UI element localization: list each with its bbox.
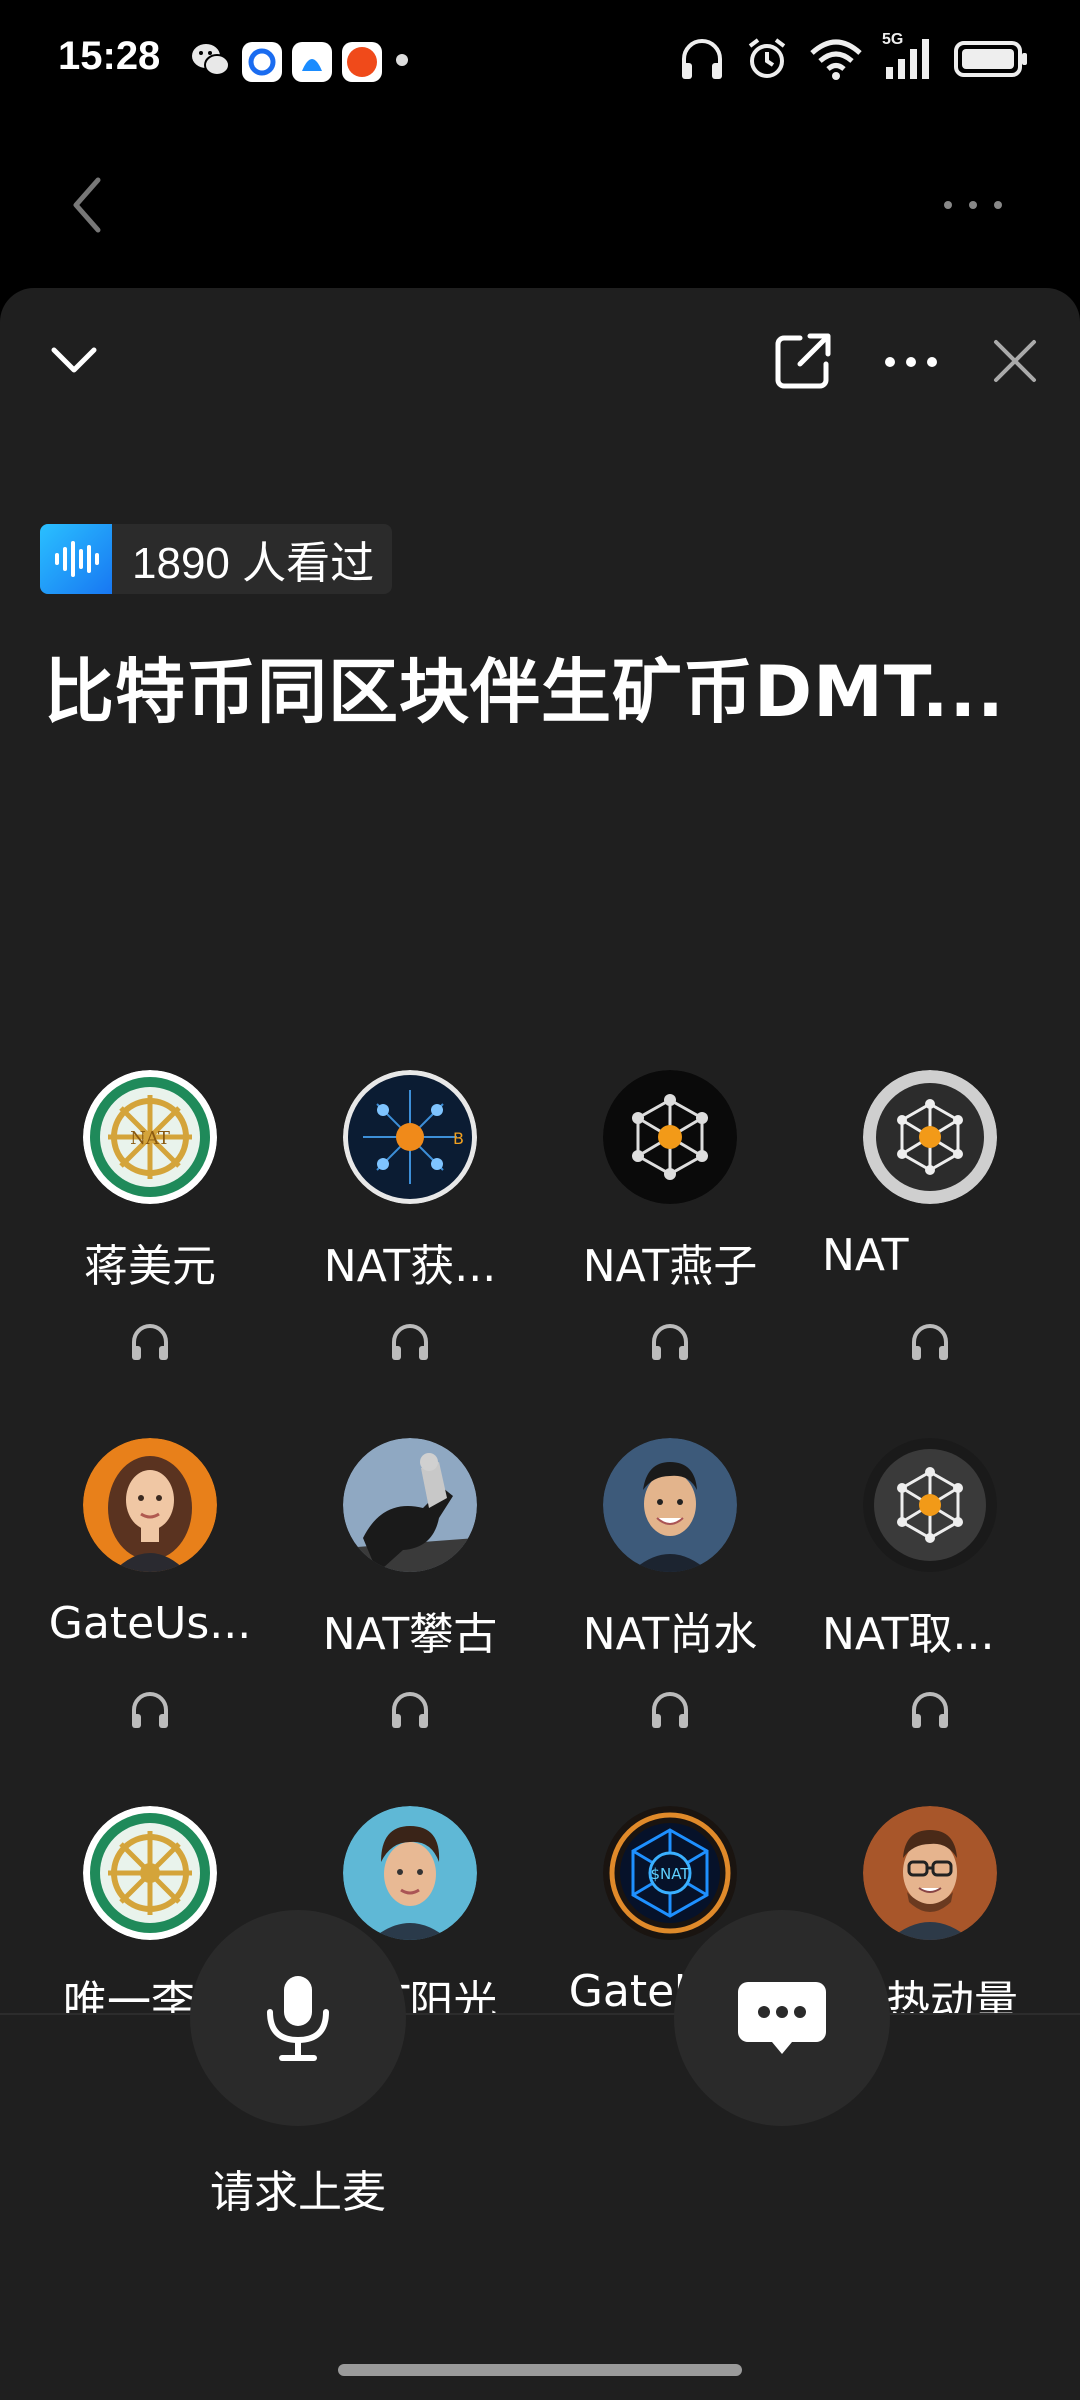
member-tile[interactable]: NAT: [800, 1070, 1060, 1400]
status-app-icons: [190, 40, 412, 84]
chevron-down-icon[interactable]: [44, 330, 104, 390]
share-icon[interactable]: [770, 328, 836, 394]
app-ai-icon: [292, 42, 332, 82]
request-mic-label: 请求上麦: [210, 2167, 386, 2218]
jade-wheel-avatar: NAT: [83, 1070, 217, 1204]
member-tile[interactable]: NAT攀古: [280, 1438, 540, 1768]
battery-icon: [954, 39, 1030, 83]
views-count: 1890 人看过: [132, 539, 375, 588]
member-name: 蒋美元: [84, 1241, 216, 1292]
member-tile[interactable]: NAT尚水: [540, 1438, 800, 1768]
app-blue-icon: [242, 42, 282, 82]
member-name: NAT: [822, 1230, 909, 1281]
space-sheet: 1890 人看过 比特币同区块伴生矿币DMT... NAT 蒋美元 B NAT获…: [0, 288, 1080, 2400]
chat-button[interactable]: [674, 1910, 890, 2126]
microphone-icon: [267, 1976, 329, 2061]
headphone-icon: [908, 1320, 952, 1364]
member-name: GateUs...: [48, 1598, 252, 1649]
views-badge: 1890 人看过: [40, 524, 393, 594]
close-icon[interactable]: [984, 330, 1046, 392]
svg-text:$NAT: $NAT: [650, 1865, 690, 1883]
man-portrait-avatar: [603, 1438, 737, 1572]
headphone-icon: [128, 1320, 172, 1364]
member-name: NAT获...: [323, 1241, 497, 1292]
notification-dot-icon: [392, 50, 412, 74]
member-tile[interactable]: B NAT获...: [280, 1070, 540, 1400]
more-options-icon[interactable]: [938, 180, 1008, 230]
status-indicators: 5G: [678, 31, 1030, 86]
more-icon[interactable]: [880, 332, 942, 392]
headphone-icon: [648, 1688, 692, 1732]
headphones-icon: [678, 37, 726, 85]
status-bar: 15:28 5G: [0, 0, 1080, 120]
nat-silver-avatar: [863, 1438, 997, 1572]
nat-network-avatar: [603, 1070, 737, 1204]
member-name: NAT尚水: [582, 1609, 758, 1660]
audio-wave-icon: [40, 524, 112, 594]
wifi-icon: [808, 37, 864, 85]
headphone-icon: [388, 1688, 432, 1732]
chat-bubble-icon: [738, 1982, 826, 2054]
nat-circuit-avatar: B: [343, 1070, 477, 1204]
woman-portrait-avatar: [83, 1438, 217, 1572]
nat-silver-avatar: [863, 1070, 997, 1204]
members-grid: NAT 蒋美元 B NAT获... NAT燕子 NAT GateUs... NA…: [0, 768, 1080, 2015]
headphone-icon: [388, 1320, 432, 1364]
network-label: 5G: [882, 31, 904, 48]
home-indicator[interactable]: [338, 2364, 742, 2376]
horse-rider-avatar: [343, 1438, 477, 1572]
bottom-controls: 请求上麦: [0, 1910, 1080, 2218]
app-red-icon: [342, 42, 382, 82]
nav-bar: [0, 150, 1080, 260]
back-icon[interactable]: [62, 170, 112, 240]
member-tile[interactable]: NAT燕子: [540, 1070, 800, 1400]
member-tile[interactable]: NAT取...: [800, 1438, 1060, 1768]
member-name: NAT攀古: [322, 1609, 498, 1660]
space-title: 比特币同区块伴生矿币DMT...: [44, 651, 1005, 733]
member-name: NAT取...: [822, 1609, 995, 1660]
member-tile[interactable]: NAT 蒋美元: [20, 1070, 280, 1400]
headphone-icon: [648, 1320, 692, 1364]
signal-icon: 5G: [882, 31, 936, 85]
alarm-icon: [744, 36, 790, 86]
headphone-icon: [128, 1688, 172, 1732]
request-mic-button[interactable]: [190, 1910, 406, 2126]
wechat-icon: [190, 40, 232, 84]
member-name: NAT燕子: [582, 1241, 758, 1292]
status-time: 15:28: [58, 34, 161, 78]
member-tile[interactable]: GateUs...: [20, 1438, 280, 1768]
svg-text:B: B: [453, 1129, 464, 1148]
svg-text:NAT: NAT: [130, 1128, 170, 1149]
headphone-icon: [908, 1688, 952, 1732]
